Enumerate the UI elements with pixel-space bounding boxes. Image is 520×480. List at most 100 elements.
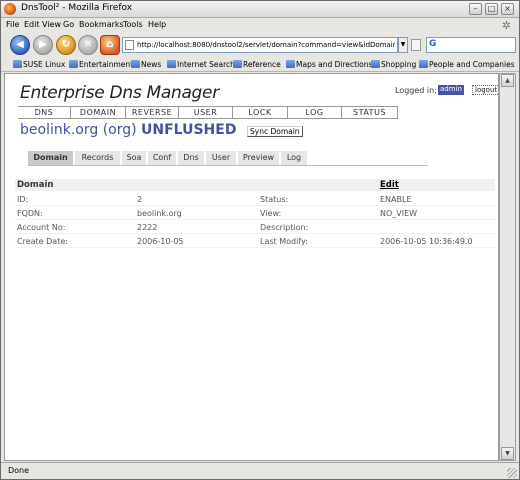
nav-status[interactable]: STATUS bbox=[342, 107, 398, 118]
bookmark-folder-icon bbox=[167, 60, 176, 68]
back-button[interactable]: ◀ bbox=[10, 35, 30, 55]
navigation-toolbar: ◀ ▶ ↻ ✕ ⌂ ▼ G bbox=[1, 33, 519, 58]
field-row: ID: 2 Status: ENABLE bbox=[15, 193, 495, 206]
bookmark-folder-icon bbox=[286, 60, 295, 68]
domain-heading: beolink.org (org) UNFLUSHED bbox=[20, 122, 236, 138]
field-label: Description: bbox=[260, 223, 309, 232]
menu-edit[interactable]: Edit bbox=[24, 20, 40, 29]
nav-user[interactable]: USER bbox=[179, 107, 233, 118]
field-label: Account No: bbox=[17, 223, 66, 232]
bookmark-people-and-companies[interactable]: People and Companies bbox=[419, 60, 515, 69]
bookmark-folder-icon bbox=[131, 60, 140, 68]
logged-in-label: Logged in: bbox=[395, 86, 437, 95]
firefox-icon bbox=[4, 3, 16, 15]
tab-log[interactable]: Log bbox=[281, 151, 308, 165]
bookmarks-toolbar: SUSE Linux Entertainment News Internet S… bbox=[1, 58, 519, 72]
tab-conf[interactable]: Conf bbox=[148, 151, 177, 165]
app-title: Enterprise Dns Manager bbox=[20, 83, 219, 103]
close-button[interactable]: × bbox=[501, 3, 514, 15]
field-label: Last Modify: bbox=[260, 237, 308, 246]
window-title: DnsTool² - Mozilla Firefox bbox=[21, 3, 133, 13]
edit-link[interactable]: Edit bbox=[380, 180, 399, 190]
forward-button[interactable]: ▶ bbox=[33, 35, 53, 55]
bookmark-folder-icon bbox=[419, 60, 428, 68]
tab-records[interactable]: Records bbox=[75, 151, 121, 165]
field-label: FQDN: bbox=[17, 209, 43, 218]
page-content: Enterprise Dns Manager Logged in: admin … bbox=[4, 73, 499, 461]
google-search-icon: G bbox=[429, 39, 437, 49]
tab-soa[interactable]: Soa bbox=[122, 151, 147, 165]
field-row: Account No: 2222 Description: bbox=[15, 221, 495, 234]
search-box[interactable]: G bbox=[426, 37, 516, 53]
menu-bar: File Edit View Go Bookmarks Tools Help ✲ bbox=[1, 18, 519, 33]
stop-button[interactable]: ✕ bbox=[78, 35, 98, 55]
bookmark-entertainment[interactable]: Entertainment bbox=[69, 60, 133, 69]
bookmark-folder-icon bbox=[233, 60, 242, 68]
tab-dns[interactable]: Dns bbox=[178, 151, 205, 165]
nav-lock[interactable]: LOCK bbox=[233, 107, 288, 118]
menu-view[interactable]: View bbox=[42, 20, 61, 29]
scroll-down-icon[interactable]: ▼ bbox=[501, 447, 514, 460]
reload-button[interactable]: ↻ bbox=[56, 35, 76, 55]
bookmark-folder-icon bbox=[69, 60, 78, 68]
tab-domain[interactable]: Domain bbox=[28, 151, 74, 165]
home-icon: ⌂ bbox=[106, 39, 114, 50]
page-icon bbox=[125, 40, 134, 50]
nav-log[interactable]: LOG bbox=[288, 107, 342, 118]
url-input[interactable] bbox=[137, 39, 395, 51]
bookmark-suse-linux[interactable]: SUSE Linux bbox=[13, 60, 65, 69]
field-value: beolink.org bbox=[137, 209, 182, 218]
field-label: View: bbox=[260, 209, 282, 218]
menu-help[interactable]: Help bbox=[148, 20, 166, 29]
menu-file[interactable]: File bbox=[6, 20, 19, 29]
throbber-icon: ✲ bbox=[501, 19, 511, 32]
field-label: Status: bbox=[260, 195, 289, 204]
field-row: Create Date: 2006-10-05 Last Modify: 200… bbox=[15, 235, 495, 248]
field-value: NO_VIEW bbox=[380, 209, 418, 218]
maximize-button[interactable]: □ bbox=[485, 3, 498, 15]
scroll-up-icon[interactable]: ▲ bbox=[501, 74, 514, 87]
bookmark-reference[interactable]: Reference bbox=[233, 60, 281, 69]
nav-dns[interactable]: DNS bbox=[18, 107, 71, 118]
field-value: 2222 bbox=[137, 223, 158, 232]
field-label: ID: bbox=[17, 195, 29, 204]
bookmark-maps-and-directions[interactable]: Maps and Directions bbox=[286, 60, 372, 69]
field-value: 2 bbox=[137, 195, 143, 204]
status-text: Done bbox=[8, 466, 30, 475]
resize-grip-icon[interactable] bbox=[507, 468, 517, 478]
domain-section-header: Domain Edit bbox=[15, 179, 495, 191]
go-button[interactable] bbox=[411, 39, 421, 51]
flush-status-flag: UNFLUSHED bbox=[141, 122, 237, 138]
domain-name: beolink.org (org) bbox=[20, 122, 137, 138]
menu-tools[interactable]: Tools bbox=[123, 20, 143, 29]
vertical-scrollbar[interactable]: ▲ ▼ bbox=[499, 73, 516, 461]
status-bar: Done bbox=[1, 462, 519, 479]
stop-icon: ✕ bbox=[83, 39, 93, 50]
field-value: 2006-10-05 bbox=[137, 237, 184, 246]
nav-reverse[interactable]: REVERSE bbox=[126, 107, 179, 118]
bookmark-folder-icon bbox=[13, 60, 22, 68]
url-dropdown-button[interactable]: ▼ bbox=[398, 37, 408, 53]
bookmark-internet-search[interactable]: Internet Search bbox=[167, 60, 235, 69]
tab-user[interactable]: User bbox=[206, 151, 237, 165]
tab-preview[interactable]: Preview bbox=[238, 151, 280, 165]
url-bar[interactable] bbox=[122, 37, 398, 53]
field-value: ENABLE bbox=[380, 195, 412, 204]
reload-icon: ↻ bbox=[61, 39, 71, 50]
minimize-button[interactable]: – bbox=[469, 3, 482, 15]
field-value: 2006-10-05 10:36:49.0 bbox=[380, 237, 473, 246]
bookmark-news[interactable]: News bbox=[131, 60, 161, 69]
field-label: Create Date: bbox=[17, 237, 68, 246]
user-link[interactable]: admin bbox=[438, 85, 464, 95]
nav-domain[interactable]: DOMAIN bbox=[71, 107, 126, 118]
menu-bookmarks[interactable]: Bookmarks bbox=[79, 20, 124, 29]
sync-domain-button[interactable]: Sync Domain bbox=[247, 126, 303, 137]
main-nav: DNS DOMAIN REVERSE USER LOCK LOG STATUS bbox=[18, 106, 398, 119]
browser-window: DnsTool² - Mozilla Firefox – □ × File Ed… bbox=[0, 0, 520, 480]
menu-go[interactable]: Go bbox=[63, 20, 74, 29]
home-button[interactable]: ⌂ bbox=[100, 35, 120, 55]
title-bar: DnsTool² - Mozilla Firefox – □ × bbox=[1, 1, 519, 18]
bookmark-shopping[interactable]: Shopping bbox=[371, 60, 416, 69]
logout-link[interactable]: logout bbox=[472, 85, 498, 95]
tab-divider bbox=[28, 165, 428, 166]
